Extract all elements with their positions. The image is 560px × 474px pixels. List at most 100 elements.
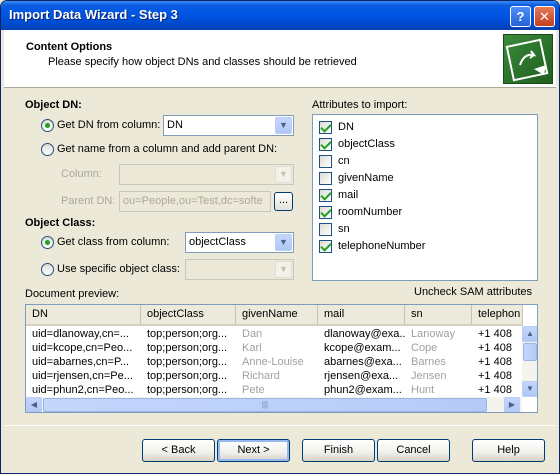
button-separator xyxy=(4,425,556,426)
scroll-up-icon[interactable]: ▲ xyxy=(522,326,537,342)
attribute-label: cn xyxy=(338,155,350,167)
grid-header: DN objectClass givenName mail sn telephon xyxy=(26,305,523,326)
get-dn-from-column-radio[interactable] xyxy=(41,119,54,132)
table-cell: Richard xyxy=(242,370,280,382)
use-specific-class-label[interactable]: Use specific object class: xyxy=(57,263,180,275)
scroll-right-icon[interactable]: ▶ xyxy=(504,397,520,412)
help-button[interactable]: Help xyxy=(472,439,545,462)
table-cell: phun2@exam... xyxy=(324,384,402,396)
close-button[interactable]: ✕ xyxy=(534,6,555,27)
column-header[interactable]: objectClass xyxy=(141,305,236,324)
attribute-checkbox[interactable] xyxy=(319,172,332,185)
vertical-scroll-thumb[interactable] xyxy=(523,343,537,361)
attribute-item[interactable]: roomNumber xyxy=(319,205,519,221)
browse-parent-dn-button[interactable]: ... xyxy=(274,192,293,211)
vertical-scrollbar[interactable]: ▲ ▼ xyxy=(522,326,537,397)
parent-dn-value: ou=People,ou=Test,dc=softe xyxy=(123,195,263,207)
get-class-from-column-radio[interactable] xyxy=(41,236,54,249)
attribute-label: givenName xyxy=(338,172,394,184)
chevron-down-icon[interactable]: ▼ xyxy=(275,166,292,183)
horizontal-scroll-thumb[interactable]: ||| xyxy=(43,398,487,412)
import-wizard-window: Import Data Wizard - Step 3 ? ✕ Content … xyxy=(0,0,560,474)
get-name-parent-dn-label[interactable]: Get name from a column and add parent DN… xyxy=(57,143,277,155)
table-cell: rjensen@exa... xyxy=(324,370,399,382)
table-cell: uid=abarnes,cn=P... xyxy=(32,356,130,368)
table-cell: top;person;org... xyxy=(147,342,228,354)
table-cell: Hunt xyxy=(411,384,435,396)
table-row[interactable]: uid=phun2,cn=Peo... top;person;org... Pete… xyxy=(26,383,523,397)
column-label: Column: xyxy=(61,168,102,180)
dn-column-select[interactable]: DN ▼ xyxy=(163,115,294,136)
attribute-label: mail xyxy=(338,189,359,201)
table-cell: kcope@exam... xyxy=(324,342,401,354)
attribute-item[interactable]: DN xyxy=(319,120,519,136)
horizontal-scrollbar[interactable]: ◀ ||| ▶ xyxy=(26,397,522,412)
chevron-down-icon[interactable]: ▼ xyxy=(275,261,292,278)
attribute-checkbox[interactable] xyxy=(319,121,332,134)
table-cell: +1 408 xyxy=(478,370,512,382)
next-button[interactable]: Next > xyxy=(217,439,290,462)
chevron-down-icon[interactable]: ▼ xyxy=(275,117,292,134)
attribute-item[interactable]: cn xyxy=(319,154,519,170)
attribute-item[interactable]: telephoneNumber xyxy=(319,239,519,255)
table-cell: top;person;org... xyxy=(147,370,228,382)
attribute-checkbox[interactable] xyxy=(319,206,332,219)
wizard-header: Content Options Please specify how objec… xyxy=(4,30,556,88)
scroll-left-icon[interactable]: ◀ xyxy=(26,397,42,412)
cancel-button[interactable]: Cancel xyxy=(377,439,450,462)
table-cell: Dan xyxy=(242,328,263,340)
dn-column-value: DN xyxy=(167,119,183,131)
attribute-item[interactable]: sn xyxy=(319,222,519,238)
help-title-button[interactable]: ? xyxy=(510,6,531,27)
column-header[interactable]: mail xyxy=(318,305,405,324)
table-cell: uid=rjensen,cn=Pe... xyxy=(32,370,133,382)
get-class-from-column-label[interactable]: Get class from column: xyxy=(57,236,169,248)
table-cell: top;person;org... xyxy=(147,328,228,340)
attribute-checkbox[interactable] xyxy=(319,138,332,151)
table-cell: dlanoway@exa... xyxy=(324,328,405,340)
table-cell: +1 408 xyxy=(478,328,512,340)
table-row[interactable]: uid=rjensen,cn=Pe... top;person;org... Ric… xyxy=(26,369,523,383)
attribute-checkbox[interactable] xyxy=(319,240,332,253)
scroll-down-icon[interactable]: ▼ xyxy=(522,381,537,397)
attribute-checkbox[interactable] xyxy=(319,155,332,168)
parent-dn-label: Parent DN: xyxy=(61,195,116,207)
document-preview-grid[interactable]: DN objectClass givenName mail sn telephon uid… xyxy=(25,304,538,413)
table-cell: uid=dlanoway,cn=... xyxy=(32,328,130,340)
table-cell: top;person;org... xyxy=(147,384,228,396)
specific-class-select[interactable]: ▼ xyxy=(185,259,294,280)
use-specific-class-radio[interactable] xyxy=(41,263,54,276)
attribute-checkbox[interactable] xyxy=(319,189,332,202)
column-header[interactable]: givenName xyxy=(236,305,318,324)
get-name-parent-dn-radio[interactable] xyxy=(41,143,54,156)
attributes-list[interactable]: DN objectClass cn givenName mail roomNumber sn… xyxy=(312,114,538,281)
table-cell: +1 408 xyxy=(478,384,512,396)
table-cell: +1 408 xyxy=(478,342,512,354)
column-header[interactable]: DN xyxy=(26,305,141,324)
parent-dn-input[interactable]: ou=People,ou=Test,dc=softe xyxy=(119,191,271,212)
table-cell: Cope xyxy=(411,342,438,354)
table-row[interactable]: uid=kcope,cn=Peo... top;person;org... Karl… xyxy=(26,341,523,355)
class-column-select[interactable]: objectClass ▼ xyxy=(185,232,294,253)
attribute-item[interactable]: objectClass xyxy=(319,137,519,153)
uncheck-sam-attributes-link[interactable]: Uncheck SAM attributes xyxy=(414,286,532,298)
finish-button[interactable]: Finish xyxy=(302,439,375,462)
get-dn-from-column-label[interactable]: Get DN from column: xyxy=(57,119,160,131)
class-column-value: objectClass xyxy=(189,236,246,248)
document-preview-label: Document preview: xyxy=(25,288,120,300)
header-subtitle: Please specify how object DNs and classe… xyxy=(48,56,357,68)
name-column-select[interactable]: ▼ xyxy=(119,164,294,185)
table-row[interactable]: uid=abarnes,cn=P... top;person;org... Anne… xyxy=(26,355,523,369)
column-header[interactable]: telephon xyxy=(472,305,523,324)
attribute-item[interactable]: givenName xyxy=(319,171,519,187)
window-title: Import Data Wizard - Step 3 xyxy=(9,7,178,22)
table-cell: Jensen xyxy=(411,370,447,382)
attribute-checkbox[interactable] xyxy=(319,223,332,236)
attribute-item[interactable]: mail xyxy=(319,188,519,204)
attributes-label: Attributes to import: xyxy=(312,99,408,111)
title-bar[interactable]: Import Data Wizard - Step 3 ? ✕ xyxy=(1,1,559,30)
column-header[interactable]: sn xyxy=(405,305,472,324)
table-row[interactable]: uid=dlanoway,cn=... top;person;org... Dan d… xyxy=(26,327,523,341)
chevron-down-icon[interactable]: ▼ xyxy=(275,234,292,251)
back-button[interactable]: < Back xyxy=(142,439,215,462)
